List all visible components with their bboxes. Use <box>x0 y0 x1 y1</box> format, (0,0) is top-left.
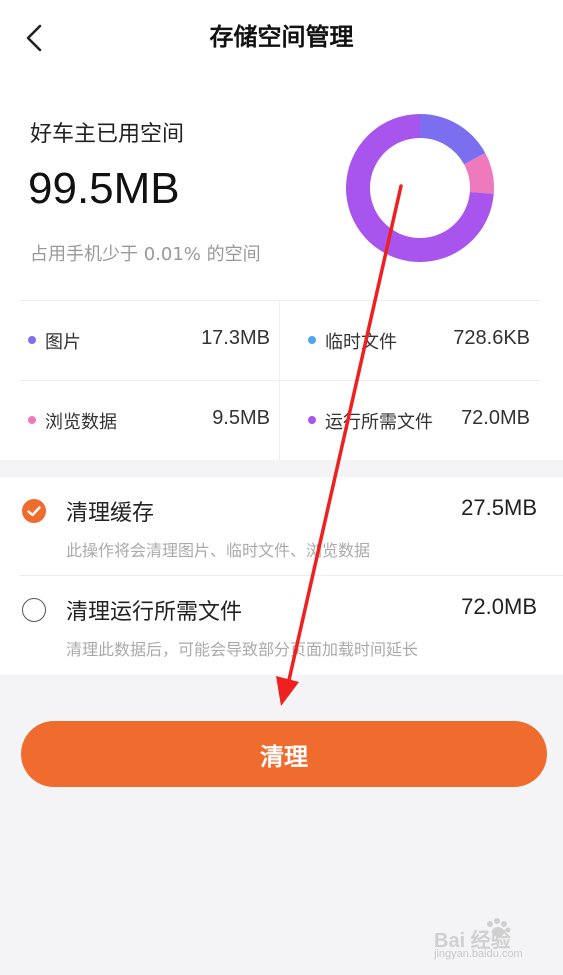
breakdown-item-name: 图片 <box>45 332 81 353</box>
breakdown-item-runtime-files: 运行所需文件 72.0MB <box>300 380 530 460</box>
breakdown-item-size: 17.3MB <box>201 327 270 349</box>
breakdown-item-name: 临时文件 <box>325 332 397 353</box>
cleanup-options: 清理缓存 27.5MB 此操作将会清理图片、临时文件、浏览数据 清理运行所需文件… <box>0 477 563 675</box>
legend-dot <box>28 416 36 424</box>
checked-radio[interactable] <box>22 499 46 523</box>
legend-dot <box>308 336 316 344</box>
option-clear-runtime-files[interactable]: 清理运行所需文件 72.0MB 清理此数据后，可能会导致部分页面加载时间延长 <box>0 576 563 675</box>
option-size: 27.5MB <box>461 495 537 520</box>
breakdown-item-temp-files: 临时文件 728.6KB <box>300 300 530 380</box>
option-title: 清理运行所需文件 <box>66 600 243 625</box>
clean-button[interactable]: 清理 <box>21 721 547 787</box>
option-description: 清理此数据后，可能会导致部分页面加载时间延长 <box>66 640 419 659</box>
breakdown-item-name: 浏览数据 <box>45 412 117 433</box>
page-title: 存储空间管理 <box>209 23 354 51</box>
breakdown-item-size: 9.5MB <box>212 407 270 429</box>
divider <box>279 300 280 460</box>
storage-breakdown: 图片 17.3MB 临时文件 728.6KB 浏览数据 9.5MB 运行所需文件… <box>20 300 540 460</box>
header-bar: 存储空间管理 <box>0 0 563 78</box>
unchecked-radio[interactable] <box>22 598 46 622</box>
legend-dot <box>28 336 36 344</box>
used-space-value: 99.5MB <box>28 164 180 213</box>
option-description: 此操作将会清理图片、临时文件、浏览数据 <box>66 541 371 560</box>
breakdown-item-name: 运行所需文件 <box>325 412 433 433</box>
option-size: 72.0MB <box>461 594 537 619</box>
breakdown-item-browsing-data: 浏览数据 9.5MB <box>20 380 270 460</box>
breakdown-item-images: 图片 17.3MB <box>20 300 270 380</box>
option-title: 清理缓存 <box>66 501 155 526</box>
legend-dot <box>308 416 316 424</box>
donut-segment-browsing-data <box>463 153 494 194</box>
storage-donut-chart <box>346 114 494 262</box>
breakdown-item-size: 72.0MB <box>461 407 530 429</box>
donut-segment-images <box>419 114 486 165</box>
used-space-note: 占用手机少于 0.01% 的空间 <box>30 244 261 265</box>
storage-summary: 好车主已用空间 99.5MB 占用手机少于 0.01% 的空间 图片 17.3M… <box>0 78 563 460</box>
used-space-label: 好车主已用空间 <box>30 122 185 147</box>
breakdown-item-size: 728.6KB <box>453 327 530 349</box>
check-icon <box>27 506 41 517</box>
watermark-text: jingyan.baidu.com <box>434 948 523 960</box>
option-clear-cache[interactable]: 清理缓存 27.5MB 此操作将会清理图片、临时文件、浏览数据 <box>0 477 563 576</box>
